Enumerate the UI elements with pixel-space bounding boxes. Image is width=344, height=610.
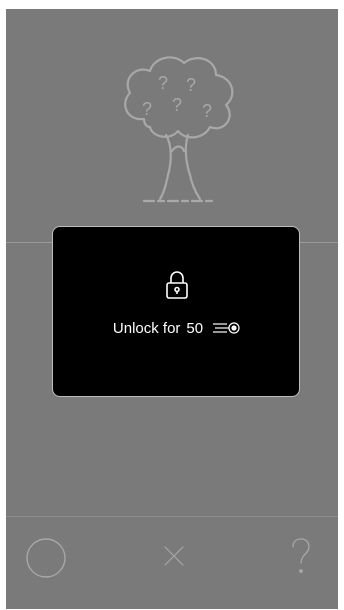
question-mark: ? bbox=[202, 101, 212, 121]
padlock-icon bbox=[166, 271, 188, 299]
screen: ? ? ? ? ? Unlock for 50 bbox=[6, 9, 338, 609]
unlock-label: Unlock for bbox=[112, 319, 181, 337]
circle-icon[interactable] bbox=[24, 536, 68, 580]
question-icon[interactable] bbox=[290, 537, 312, 577]
question-mark: ? bbox=[172, 95, 182, 115]
unlock-button[interactable]: Unlock for 50 bbox=[53, 318, 301, 338]
coin-icon bbox=[213, 322, 240, 334]
close-icon[interactable] bbox=[162, 544, 186, 568]
question-mark: ? bbox=[186, 75, 196, 95]
question-mark: ? bbox=[158, 73, 168, 93]
bottom-divider bbox=[6, 516, 338, 517]
unlock-cost: 50 bbox=[186, 319, 204, 337]
question-mark: ? bbox=[142, 99, 152, 119]
tree-question-marks: ? ? ? ? ? bbox=[142, 73, 212, 121]
unlock-dialog: Unlock for 50 bbox=[52, 226, 300, 397]
